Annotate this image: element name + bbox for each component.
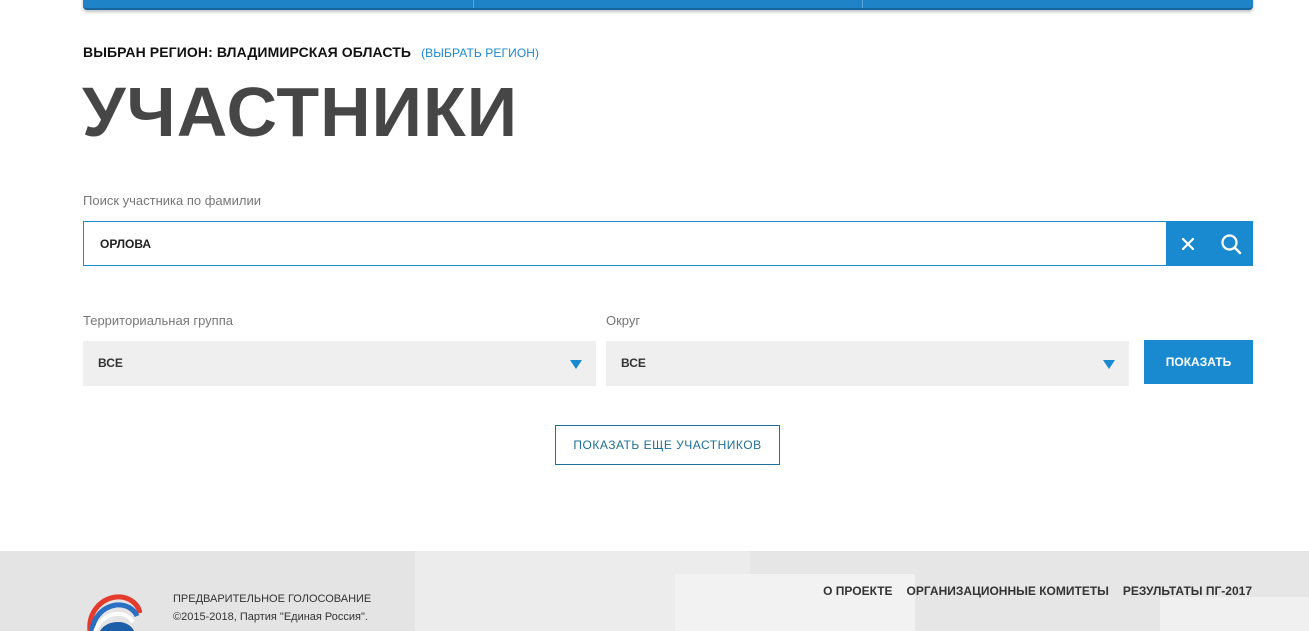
- show-more-participants-button[interactable]: ПОКАЗАТЬ ЕЩЕ УЧАСТНИКОВ: [555, 425, 780, 465]
- search-input[interactable]: [84, 222, 1166, 265]
- district-select[interactable]: ВСЕ: [606, 341, 1129, 386]
- triangle-down-icon: [1103, 360, 1115, 369]
- footer-bg-tile: [1160, 597, 1309, 631]
- footer-bg-tile: [675, 574, 915, 631]
- footer-link-committees[interactable]: ОРГАНИЗАЦИОННЫЕ КОМИТЕТЫ: [907, 584, 1109, 598]
- choose-region-link[interactable]: (ВЫБРАТЬ РЕГИОН): [421, 46, 539, 60]
- search-icon: [1221, 233, 1242, 254]
- clear-search-button[interactable]: [1166, 221, 1210, 266]
- footer-link-about[interactable]: О ПРОЕКТЕ: [823, 584, 892, 598]
- nav-separator: [862, 0, 863, 8]
- top-navigation-bar: [83, 0, 1253, 10]
- footer-project-name: ПРЕДВАРИТЕЛЬНОЕ ГОЛОСОВАНИЕ: [173, 593, 372, 605]
- search-label: Поиск участника по фамилии: [83, 193, 261, 208]
- district-label: Округ: [606, 313, 641, 328]
- territorial-group-value: ВСЕ: [98, 356, 123, 370]
- footer-copyright: ©2015-2018, Партия "Единая Россия".: [173, 611, 368, 623]
- close-icon: [1181, 237, 1194, 250]
- triangle-down-icon: [570, 360, 582, 369]
- footer-nav: О ПРОЕКТЕ ОРГАНИЗАЦИОННЫЕ КОМИТЕТЫ РЕЗУЛ…: [823, 584, 1252, 598]
- nav-separator: [473, 0, 474, 8]
- footer: ПРЕДВАРИТЕЛЬНОЕ ГОЛОСОВАНИЕ ©2015-2018, …: [0, 551, 1309, 631]
- page-title: УЧАСТНИКИ: [82, 73, 519, 151]
- selected-region: ВЫБРАН РЕГИОН: ВЛАДИМИРСКАЯ ОБЛАСТЬ (ВЫБ…: [83, 44, 539, 60]
- district-value: ВСЕ: [621, 356, 646, 370]
- footer-info: ПРЕДВАРИТЕЛЬНОЕ ГОЛОСОВАНИЕ ©2015-2018, …: [173, 590, 371, 626]
- territorial-group-label: Территориальная группа: [83, 313, 233, 328]
- show-button[interactable]: ПОКАЗАТЬ: [1144, 340, 1253, 384]
- search-box: [83, 221, 1253, 266]
- footer-link-results[interactable]: РЕЗУЛЬТАТЫ ПГ-2017: [1123, 584, 1252, 598]
- selected-region-text: ВЫБРАН РЕГИОН: ВЛАДИМИРСКАЯ ОБЛАСТЬ: [83, 44, 412, 60]
- territorial-group-select[interactable]: ВСЕ: [83, 341, 596, 386]
- search-button[interactable]: [1209, 221, 1253, 266]
- party-bear-logo[interactable]: [86, 591, 142, 631]
